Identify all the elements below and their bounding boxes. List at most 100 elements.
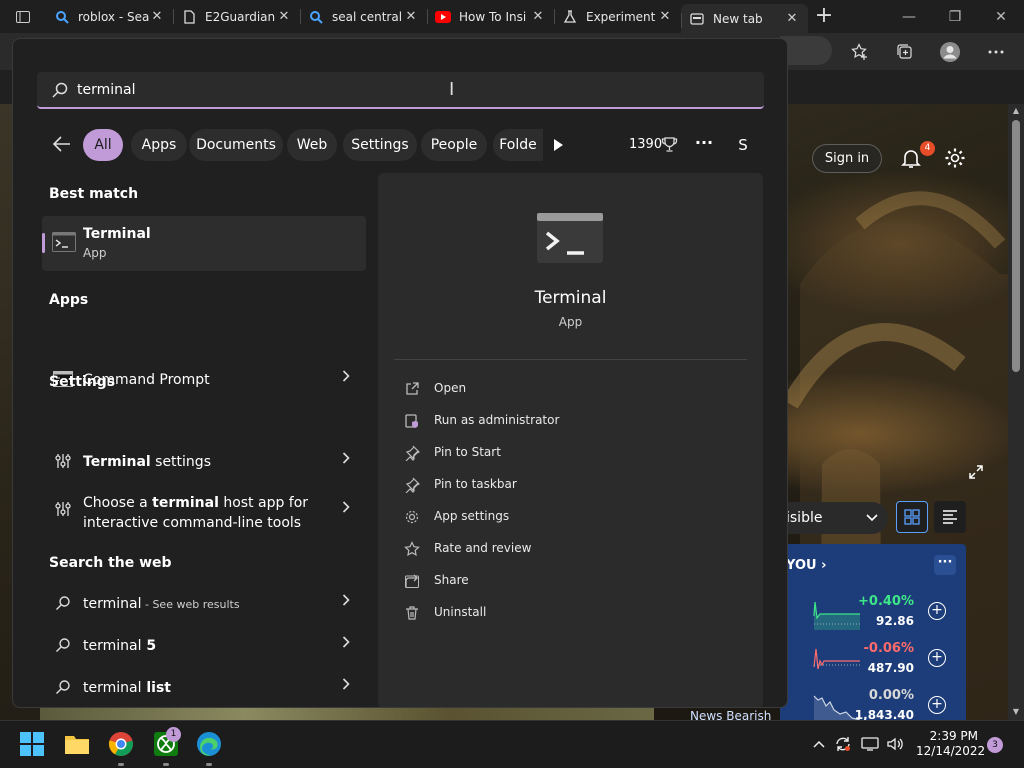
add-to-watchlist-icon[interactable]: + (928, 649, 946, 667)
add-to-watchlist-icon[interactable]: + (928, 696, 946, 714)
browser-tab[interactable]: How To Insi ✕ (427, 0, 554, 33)
stock-row[interactable]: +0.40% 92.86 + (812, 594, 962, 634)
back-arrow-icon[interactable] (51, 133, 73, 155)
add-to-watchlist-icon[interactable]: + (928, 602, 946, 620)
page-scrollbar-thumb[interactable] (1012, 120, 1020, 372)
action-pin-to-start[interactable]: Pin to Start (404, 442, 704, 464)
action-run-as-admin[interactable]: Run as administrator (404, 410, 704, 432)
browser-tab[interactable]: E2Guardian ✕ (173, 0, 300, 33)
filter-folders[interactable]: Folde (493, 129, 543, 161)
result-detail-pane: Terminal App Open Run as administrator P… (378, 173, 763, 707)
clock-time: 2:39 PM (929, 729, 978, 743)
shield-admin-icon (404, 413, 420, 429)
action-pin-to-taskbar[interactable]: Pin to taskbar (404, 474, 704, 496)
best-match-result[interactable]: Terminal App (42, 216, 366, 271)
action-label: Pin to taskbar (434, 477, 517, 491)
list-view-icon (943, 510, 957, 524)
rewards-points[interactable]: 1390 (629, 129, 662, 161)
running-app-indicator (206, 763, 212, 766)
filter-settings[interactable]: Settings (343, 129, 417, 161)
chrome-icon[interactable] (108, 731, 134, 757)
search-input[interactable] (77, 78, 717, 102)
web-result[interactable]: terminal list (42, 669, 366, 705)
grid-view-button[interactable] (896, 501, 928, 533)
chevron-right-icon[interactable] (342, 452, 350, 468)
close-tab-icon[interactable]: ✕ (149, 9, 165, 25)
browser-tab[interactable]: seal central ✕ (300, 0, 427, 33)
rewards-trophy-icon[interactable] (661, 136, 678, 153)
action-app-settings[interactable]: App settings (404, 506, 704, 528)
close-window-icon[interactable]: ✕ (978, 0, 1024, 33)
volume-icon[interactable] (885, 733, 905, 755)
list-view-button[interactable] (934, 501, 966, 533)
collections-icon[interactable] (893, 40, 917, 64)
new-tab-button[interactable]: + (808, 0, 840, 33)
chevron-right-icon[interactable] (342, 678, 350, 694)
youtube-favicon-icon (435, 9, 451, 25)
chevron-right-icon[interactable] (342, 370, 350, 386)
action-rate-and-review[interactable]: Rate and review (404, 538, 704, 560)
tab-actions-button[interactable] (0, 0, 46, 33)
more-options-button[interactable]: ··· (694, 129, 714, 157)
show-hidden-icons-chevron-icon[interactable] (809, 733, 829, 755)
close-tab-icon[interactable]: ✕ (784, 11, 800, 27)
chevron-right-icon[interactable] (342, 501, 350, 517)
tab-title: seal central (332, 9, 403, 24)
scroll-up-arrow-icon[interactable]: ▲ (1008, 104, 1024, 118)
filter-all[interactable]: All (83, 129, 123, 161)
favorites-star-icon[interactable] (848, 40, 872, 64)
browser-tab-active[interactable]: New tab ✕ (681, 4, 808, 33)
account-initial-button[interactable]: S (731, 130, 755, 160)
stock-change: +0.40% (858, 594, 914, 609)
restore-icon[interactable]: ❐ (932, 0, 978, 33)
filter-web[interactable]: Web (287, 129, 337, 161)
star-icon (404, 541, 420, 557)
close-tab-icon[interactable]: ✕ (530, 9, 546, 25)
action-uninstall[interactable]: Uninstall (404, 602, 704, 624)
system-clock[interactable]: 2:39 PM 12/14/2022 (916, 729, 986, 759)
chevron-right-icon[interactable] (342, 636, 350, 652)
close-tab-icon[interactable]: ✕ (657, 9, 673, 25)
finance-more-button[interactable]: ··· (934, 555, 956, 575)
minimize-icon[interactable]: — (886, 0, 932, 33)
profile-avatar-icon[interactable] (938, 40, 962, 64)
filter-apps[interactable]: Apps (131, 129, 187, 161)
chevron-right-icon[interactable] (342, 594, 350, 610)
result-terminal-settings[interactable]: Terminal settings (42, 443, 366, 479)
filter-people[interactable]: People (421, 129, 487, 161)
xbox-notification-badge: 1 (166, 727, 181, 742)
web-result[interactable]: terminal 5 (42, 627, 366, 663)
terminal-app-large-icon (537, 213, 603, 263)
page-settings-gear-icon[interactable] (943, 146, 967, 170)
filter-documents[interactable]: Documents (189, 129, 283, 161)
search-box[interactable] (37, 72, 764, 109)
notifications-count-badge: 4 (920, 141, 935, 156)
result-label: Choose a terminal host app for interactiv… (83, 495, 309, 531)
web-result[interactable]: terminal - See web results (42, 585, 366, 621)
notification-center-badge[interactable]: 3 (987, 737, 1003, 753)
browser-tab[interactable]: Experiment ✕ (554, 0, 681, 33)
action-label: Run as administrator (434, 413, 560, 427)
scroll-down-arrow-icon[interactable]: ▼ (1008, 705, 1024, 719)
action-label: Pin to Start (434, 445, 501, 459)
sync-update-icon[interactable] (833, 733, 853, 755)
edge-browser-icon[interactable] (196, 731, 222, 757)
stock-sparkline (813, 601, 860, 630)
close-tab-icon[interactable]: ✕ (403, 9, 419, 25)
action-share[interactable]: Share (404, 570, 704, 592)
browser-tab[interactable]: roblox - Sea ✕ (46, 0, 173, 33)
browser-menu-icon[interactable] (984, 40, 1008, 64)
finance-card-title[interactable]: YOU › (786, 558, 826, 573)
sign-in-button[interactable]: Sign in (812, 144, 882, 173)
network-display-icon[interactable] (860, 733, 880, 755)
windows-start-icon[interactable] (19, 731, 45, 757)
clock-date: 12/14/2022 (916, 744, 986, 758)
result-terminal-host-app[interactable]: Choose a terminal host app for interactiv… (42, 485, 366, 535)
expand-background-icon[interactable] (968, 464, 988, 484)
close-tab-icon[interactable]: ✕ (276, 9, 292, 25)
stock-row[interactable]: -0.06% 487.90 + (812, 641, 962, 681)
file-explorer-icon[interactable] (64, 731, 90, 757)
scroll-filters-right-icon[interactable] (550, 135, 568, 155)
action-open[interactable]: Open (404, 378, 704, 400)
running-app-indicator (118, 763, 124, 766)
